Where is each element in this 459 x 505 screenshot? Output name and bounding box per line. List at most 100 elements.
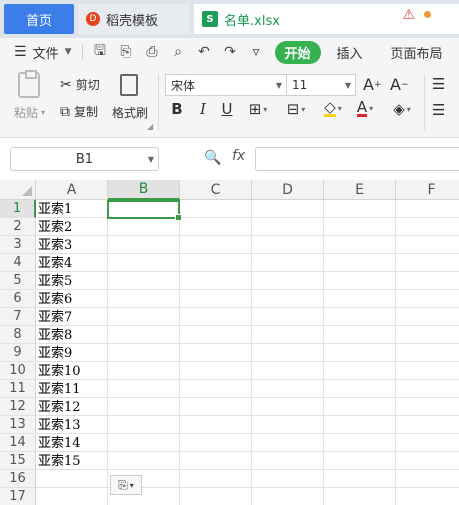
decrease-font-icon[interactable]: A − <box>390 75 409 94</box>
copy-label: 复制 <box>74 105 99 119</box>
redo-icon[interactable]: ↷ <box>222 44 239 60</box>
tab-start[interactable]: 开始 <box>274 40 321 64</box>
formula-input[interactable] <box>255 147 459 171</box>
fx-icon[interactable]: fx <box>232 148 245 164</box>
more-icon[interactable]: ▿ <box>248 44 265 60</box>
row-header[interactable]: 17 <box>0 488 36 505</box>
row-header[interactable]: 5 <box>0 272 36 290</box>
cell-a1[interactable]: 亚索1 <box>38 201 72 219</box>
cell-a7[interactable]: 亚索7 <box>38 309 72 327</box>
paste-options-button[interactable]: ⎘ ▾ <box>110 475 142 495</box>
active-cell-b1[interactable] <box>107 200 182 221</box>
chevron-down-icon: ▼ <box>275 80 282 90</box>
font-name-value: 宋体 <box>171 78 196 93</box>
row-header[interactable]: 12 <box>0 398 36 416</box>
increase-font-icon[interactable]: A + <box>363 75 382 94</box>
cell-a10[interactable]: 亚索10 <box>38 363 81 381</box>
column-header-a[interactable]: A <box>36 180 108 200</box>
tab-file[interactable]: S 名单.xlsx <box>194 4 459 34</box>
cell-a6[interactable]: 亚索6 <box>38 291 72 309</box>
bold-icon[interactable]: B <box>168 100 186 118</box>
column-header-e[interactable]: E <box>324 180 396 200</box>
print-icon[interactable]: ⎙ <box>144 44 161 60</box>
zoom-icon[interactable]: 🔍 <box>204 150 221 166</box>
ribbon: 粘贴 ▾ ✂ 剪切 ⧉ 复制 格式刷 ◢ 宋体 ▼ 11 ▼ A + A − B I … <box>0 66 459 138</box>
row-header[interactable]: 2 <box>0 218 36 236</box>
divider <box>424 74 425 130</box>
cell-a3[interactable]: 亚索3 <box>38 237 72 255</box>
paste-button[interactable]: 粘贴 ▾ <box>14 104 45 121</box>
row-header[interactable]: 13 <box>0 416 36 434</box>
row-header[interactable]: 3 <box>0 236 36 254</box>
scissors-icon: ✂ <box>60 76 72 93</box>
tab-template-label: 稻壳模板 <box>106 13 159 29</box>
fill-color-icon[interactable]: ◇ ▾ <box>316 100 350 117</box>
format-painter-button[interactable]: 格式刷 <box>112 104 148 121</box>
paste-icon[interactable] <box>18 70 40 98</box>
cut-button[interactable]: ✂ 剪切 <box>60 76 100 93</box>
cell-a15[interactable]: 亚索15 <box>38 453 81 471</box>
cell-a13[interactable]: 亚索13 <box>38 417 81 435</box>
cell-a4[interactable]: 亚索4 <box>38 255 72 273</box>
formula-bar: B1 ▼ 🔍 fx <box>0 138 459 180</box>
font-size-select[interactable]: 11 ▼ <box>286 74 356 96</box>
row-header[interactable]: 11 <box>0 380 36 398</box>
clipboard-launcher-icon[interactable]: ◢ <box>147 122 153 131</box>
tab-template[interactable]: D 稻壳模板 <box>78 4 190 34</box>
font-color-icon[interactable]: A ▾ <box>352 100 378 117</box>
row-header[interactable]: 6 <box>0 290 36 308</box>
row-header[interactable]: 16 <box>0 470 36 488</box>
select-all-corner[interactable] <box>0 180 36 200</box>
row-header[interactable]: 1 <box>0 200 36 218</box>
align-left-icon[interactable]: ☰ <box>432 101 445 119</box>
cell-a14[interactable]: 亚索14 <box>38 435 81 453</box>
print-preview-icon[interactable]: ⌕ <box>170 44 187 60</box>
copy-button[interactable]: ⧉ 复制 <box>60 103 98 120</box>
file-menu-button[interactable]: ☰ 文件 ▼ <box>14 43 72 62</box>
tab-home[interactable]: 首页 <box>4 4 74 34</box>
italic-icon[interactable]: I <box>194 100 212 118</box>
row-header[interactable]: 9 <box>0 344 36 362</box>
format-painter-icon[interactable] <box>120 74 138 96</box>
border-icon[interactable]: ⊞ ▾ <box>244 100 272 118</box>
cell-a12[interactable]: 亚索12 <box>38 399 81 417</box>
row-header[interactable]: 10 <box>0 362 36 380</box>
name-box[interactable]: B1 ▼ <box>10 147 159 171</box>
file-menu-label: 文件 <box>32 46 59 62</box>
column-header-d[interactable]: D <box>252 180 324 200</box>
column-header-c[interactable]: C <box>180 180 252 200</box>
spreadsheet-file-icon: S <box>202 11 218 27</box>
warning-icon[interactable]: ⚠ <box>402 7 415 23</box>
tab-page-layout[interactable]: 页面布局 <box>391 43 443 62</box>
cell-a5[interactable]: 亚索5 <box>38 273 72 291</box>
row-header[interactable]: 14 <box>0 434 36 452</box>
column-header-f[interactable]: F <box>396 180 459 200</box>
merge-cells-icon[interactable]: ⊟ ▾ <box>282 100 310 118</box>
clear-format-icon[interactable]: ◈ ▾ <box>388 100 416 118</box>
tab-file-label: 名单.xlsx <box>224 13 280 29</box>
cell-a11[interactable]: 亚索11 <box>38 381 81 399</box>
cell-a9[interactable]: 亚索9 <box>38 345 72 363</box>
underline-icon[interactable]: U <box>218 100 236 118</box>
row-header[interactable]: 4 <box>0 254 36 272</box>
copy-icon: ⧉ <box>60 103 70 120</box>
export-icon[interactable]: ⎘ <box>118 44 135 60</box>
align-top-icon[interactable]: ☰ <box>432 75 445 93</box>
cell-area[interactable] <box>36 200 459 505</box>
row-header[interactable]: 7 <box>0 308 36 326</box>
font-name-select[interactable]: 宋体 ▼ <box>165 74 287 96</box>
font-size-value: 11 <box>292 78 308 92</box>
chevron-down-icon: ▼ <box>147 154 154 164</box>
column-header-b[interactable]: B <box>108 180 180 200</box>
row-header[interactable]: 8 <box>0 326 36 344</box>
save-icon[interactable]: 🖫 <box>92 40 109 64</box>
cell-a2[interactable]: 亚索2 <box>38 219 72 237</box>
row-header[interactable]: 15 <box>0 452 36 470</box>
divider <box>81 44 83 60</box>
undo-icon[interactable]: ↶ <box>196 44 213 60</box>
menu-bar: ☰ 文件 ▼ 🖫 ⎘ ⎙ ⌕ ↶ ↷ ▿ 开始 插入 页面布局 <box>0 38 459 66</box>
quick-access-toolbar: 🖫 ⎘ ⎙ ⌕ ↶ ↷ ▿ <box>81 40 265 64</box>
tab-insert[interactable]: 插入 <box>337 43 363 62</box>
cell-a8[interactable]: 亚索8 <box>38 327 72 345</box>
cut-label: 剪切 <box>75 78 100 92</box>
